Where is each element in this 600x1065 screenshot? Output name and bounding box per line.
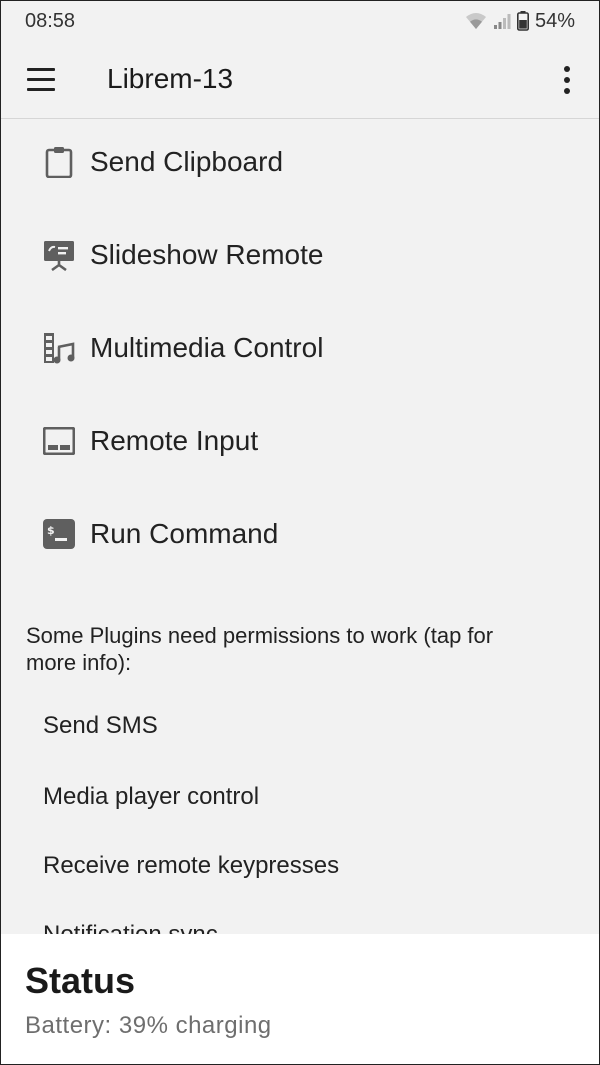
presentation-icon: [43, 239, 75, 271]
battery-level: 54%: [534, 9, 575, 32]
plugin-label: Slideshow Remote: [90, 239, 324, 270]
keyboard-icon: [43, 425, 75, 457]
plugin-label: Multimedia Control: [90, 332, 324, 363]
plugin-label: Send Clipboard: [90, 146, 284, 177]
wifi-icon: [465, 13, 486, 29]
status-icons: 54%: [465, 10, 575, 33]
battery-status-text: Battery: 39% charging: [25, 1012, 272, 1039]
plugin-slideshow-remote[interactable]: Slideshow Remote: [43, 230, 323, 280]
multimedia-icon: [43, 332, 75, 364]
status-bottom-sheet: Status Battery: 39% charging: [1, 934, 599, 1064]
permissions-note[interactable]: Some Plugins need permissions to work (t…: [26, 622, 546, 676]
plugin-label: Remote Input: [90, 425, 259, 456]
menu-icon[interactable]: [25, 65, 59, 95]
terminal-icon: $: [43, 518, 75, 550]
svg-text:$: $: [47, 524, 55, 537]
plugin-run-command[interactable]: $ Run Command: [43, 509, 278, 559]
permission-item-remote-keypresses[interactable]: Receive remote keypresses: [43, 852, 339, 880]
plugin-remote-input[interactable]: Remote Input: [43, 416, 258, 466]
battery-icon: [516, 11, 529, 31]
plugin-multimedia-control[interactable]: Multimedia Control: [43, 323, 323, 373]
plugin-list: Send Clipboard Slideshow Remote Multimed…: [1, 119, 599, 934]
status-title: Status: [25, 960, 136, 1001]
plugin-send-clipboard[interactable]: Send Clipboard: [43, 137, 283, 187]
permission-item-media-player[interactable]: Media player control: [43, 783, 259, 811]
page-title: Librem-13: [107, 63, 234, 94]
more-options-icon[interactable]: [557, 63, 577, 97]
app-bar: Librem-13: [1, 41, 599, 119]
clipboard-icon: [43, 146, 75, 178]
status-bar: 08:58 54%: [1, 1, 599, 41]
plugin-label: Run Command: [90, 518, 279, 549]
permission-item-notification-sync[interactable]: Notification sync: [43, 921, 218, 934]
permission-item-send-sms[interactable]: Send SMS: [43, 712, 158, 740]
clock: 08:58: [25, 9, 76, 32]
signal-icon: [493, 14, 511, 29]
